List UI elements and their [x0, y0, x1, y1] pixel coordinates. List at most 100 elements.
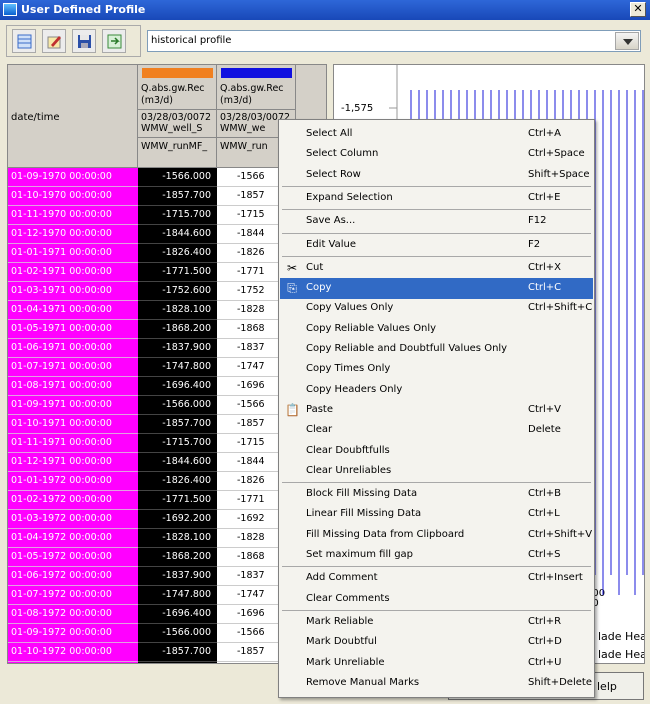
date-cell[interactable]: 01-09-1972 00:00:00	[8, 624, 138, 643]
value-cell[interactable]: -1828.100	[138, 529, 217, 548]
value-cell[interactable]: -1752.600	[138, 282, 217, 301]
date-cell[interactable]: 01-06-1971 00:00:00	[8, 339, 138, 358]
value-cell[interactable]: -1715.700	[138, 434, 217, 453]
table-view-button[interactable]	[12, 29, 36, 53]
legend-entry-1: lade Hea	[598, 630, 645, 643]
date-cell[interactable]: 01-01-1971 00:00:00	[8, 244, 138, 263]
date-cell[interactable]: 01-09-1970 00:00:00	[8, 168, 138, 187]
close-button[interactable]: ✕	[630, 2, 646, 17]
value-cell[interactable]: -1771.500	[138, 263, 217, 282]
menu-item-paste[interactable]: 📋 Paste Ctrl+V	[280, 400, 593, 421]
value-cell[interactable]: -1837.900	[138, 567, 217, 586]
value-cell[interactable]: -1747.800	[138, 358, 217, 377]
edit-button[interactable]	[42, 29, 66, 53]
menu-item-linear-fill-missing-data[interactable]: Linear Fill Missing Data Ctrl+L	[280, 504, 593, 525]
date-cell[interactable]: 01-07-1971 00:00:00	[8, 358, 138, 377]
date-cell[interactable]: 01-04-1972 00:00:00	[8, 529, 138, 548]
menu-item-shortcut: Ctrl+Space	[528, 148, 585, 160]
save-button[interactable]	[72, 29, 96, 53]
menu-item-clear-unreliables[interactable]: Clear Unreliables	[280, 461, 593, 482]
date-cell[interactable]: 01-03-1971 00:00:00	[8, 282, 138, 301]
date-cell[interactable]: 01-10-1972 00:00:00	[8, 643, 138, 662]
menu-item-clear-doubftfulls[interactable]: Clear Doubftfulls	[280, 441, 593, 462]
date-cell[interactable]: 01-07-1972 00:00:00	[8, 586, 138, 605]
toolbar: historical profile	[0, 20, 650, 60]
menu-item-shortcut: Ctrl+E	[528, 191, 561, 203]
menu-item-clear-comments[interactable]: Clear Comments	[280, 589, 593, 610]
date-cell[interactable]: 01-02-1971 00:00:00	[8, 263, 138, 282]
date-cell[interactable]: 01-06-1972 00:00:00	[8, 567, 138, 586]
date-cell[interactable]: 01-11-1972 00:00:00	[8, 662, 138, 663]
date-cell[interactable]: 01-05-1971 00:00:00	[8, 320, 138, 339]
date-cell[interactable]: 01-12-1971 00:00:00	[8, 453, 138, 472]
value-cell[interactable]: -1857.700	[138, 415, 217, 434]
menu-item-select-row[interactable]: Select Row Shift+Space	[280, 165, 593, 186]
date-cell[interactable]: 01-11-1971 00:00:00	[8, 434, 138, 453]
date-cell[interactable]: 01-10-1970 00:00:00	[8, 187, 138, 206]
value-cell[interactable]: -1826.400	[138, 244, 217, 263]
date-cell[interactable]: 01-12-1970 00:00:00	[8, 225, 138, 244]
value-cell[interactable]: -1837.900	[138, 339, 217, 358]
value-cell[interactable]: -1868.200	[138, 548, 217, 567]
menu-item-copy-times-only[interactable]: Copy Times Only	[280, 359, 593, 380]
date-cell[interactable]: 01-04-1971 00:00:00	[8, 301, 138, 320]
value-cell[interactable]: -1857.700	[138, 643, 217, 662]
date-cell[interactable]: 01-05-1972 00:00:00	[8, 548, 138, 567]
value-cell[interactable]: -1566.000	[138, 168, 217, 187]
value-cell[interactable]: -1857.700	[138, 187, 217, 206]
value-cell[interactable]: -1566.000	[138, 624, 217, 643]
value-cell[interactable]: -1828.100	[138, 301, 217, 320]
menu-item-select-column[interactable]: Select Column Ctrl+Space	[280, 144, 593, 165]
menu-item-block-fill-missing-data[interactable]: Block Fill Missing Data Ctrl+B	[280, 484, 593, 505]
chevron-down-icon[interactable]	[615, 32, 639, 50]
value-cell[interactable]: -1696.400	[138, 377, 217, 396]
value-cell[interactable]: -1566.000	[138, 396, 217, 415]
date-cell[interactable]: 01-10-1971 00:00:00	[8, 415, 138, 434]
menu-item-copy-headers-only[interactable]: Copy Headers Only	[280, 380, 593, 401]
column-header-1[interactable]: Q.abs.gw.Rec (m3/d) 03/28/03/0072 WMW_we…	[138, 65, 217, 168]
column-header-id: 03/28/03/0072	[141, 112, 212, 123]
date-cell[interactable]: 01-11-1970 00:00:00	[8, 206, 138, 225]
value-cell[interactable]: -1868.200	[138, 320, 217, 339]
menu-item-mark-reliable[interactable]: Mark Reliable Ctrl+R	[280, 612, 593, 633]
date-cell[interactable]: 01-08-1971 00:00:00	[8, 377, 138, 396]
value-cell[interactable]: -1747.800	[138, 586, 217, 605]
value-cell[interactable]: -1715.700	[138, 206, 217, 225]
date-cell[interactable]: 01-08-1972 00:00:00	[8, 605, 138, 624]
menu-item-copy-reliable-and-doubtfull-values-only[interactable]: Copy Reliable and Doubtfull Values Only	[280, 339, 593, 360]
menu-item-remove-manual-marks[interactable]: Remove Manual Marks Shift+Delete	[280, 673, 593, 694]
menu-item-label: Copy Headers Only	[306, 383, 403, 395]
menu-item-add-comment[interactable]: Add Comment Ctrl+Insert	[280, 568, 593, 589]
value-cell[interactable]: -1692.200	[138, 510, 217, 529]
date-cell[interactable]: 01-02-1972 00:00:00	[8, 491, 138, 510]
menu-item-copy-reliable-values-only[interactable]: Copy Reliable Values Only	[280, 319, 593, 340]
menu-item-shortcut: F12	[528, 215, 547, 227]
menu-item-mark-doubtful[interactable]: Mark Doubtful Ctrl+D	[280, 632, 593, 653]
menu-item-edit-value[interactable]: Edit Value F2	[280, 235, 593, 256]
refresh-button[interactable]	[102, 29, 126, 53]
menu-item-expand-selection[interactable]: Expand Selection Ctrl+E	[280, 188, 593, 209]
value-cell[interactable]: -1844.600	[138, 225, 217, 244]
date-column-header[interactable]: date/time	[8, 65, 138, 168]
menu-item-cut[interactable]: ✂ Cut Ctrl+X	[280, 258, 593, 279]
date-cell[interactable]: 01-01-1972 00:00:00	[8, 472, 138, 491]
menu-item-label: Mark Doubtful	[306, 636, 377, 648]
edit-icon	[47, 36, 61, 49]
value-cell[interactable]: -1696.400	[138, 605, 217, 624]
menu-item-mark-unreliable[interactable]: Mark Unreliable Ctrl+U	[280, 653, 593, 674]
menu-item-copy[interactable]: ⎘ Copy Ctrl+C	[280, 278, 593, 300]
value-cell[interactable]: -1826.400	[138, 472, 217, 491]
menu-item-copy-values-only[interactable]: Copy Values Only Ctrl+Shift+C	[280, 298, 593, 319]
date-cell[interactable]: 01-09-1971 00:00:00	[8, 396, 138, 415]
menu-item-clear[interactable]: Clear Delete	[280, 420, 593, 441]
menu-item-save-as[interactable]: Save As... F12	[280, 211, 593, 232]
menu-item-select-all[interactable]: Select All Ctrl+A	[280, 124, 593, 145]
date-cell[interactable]: 01-03-1972 00:00:00	[8, 510, 138, 529]
value-cell[interactable]: -1715.700	[138, 662, 217, 663]
menu-item-set-maximum-fill-gap[interactable]: Set maximum fill gap Ctrl+S	[280, 545, 593, 566]
profile-select[interactable]: historical profile	[147, 30, 641, 52]
value-cell[interactable]: -1844.600	[138, 453, 217, 472]
menu-item-fill-missing-data-from-clipboard[interactable]: Fill Missing Data from Clipboard Ctrl+Shi…	[280, 525, 593, 546]
column-header-name: Q.abs.gw.Rec	[141, 83, 205, 94]
value-cell[interactable]: -1771.500	[138, 491, 217, 510]
